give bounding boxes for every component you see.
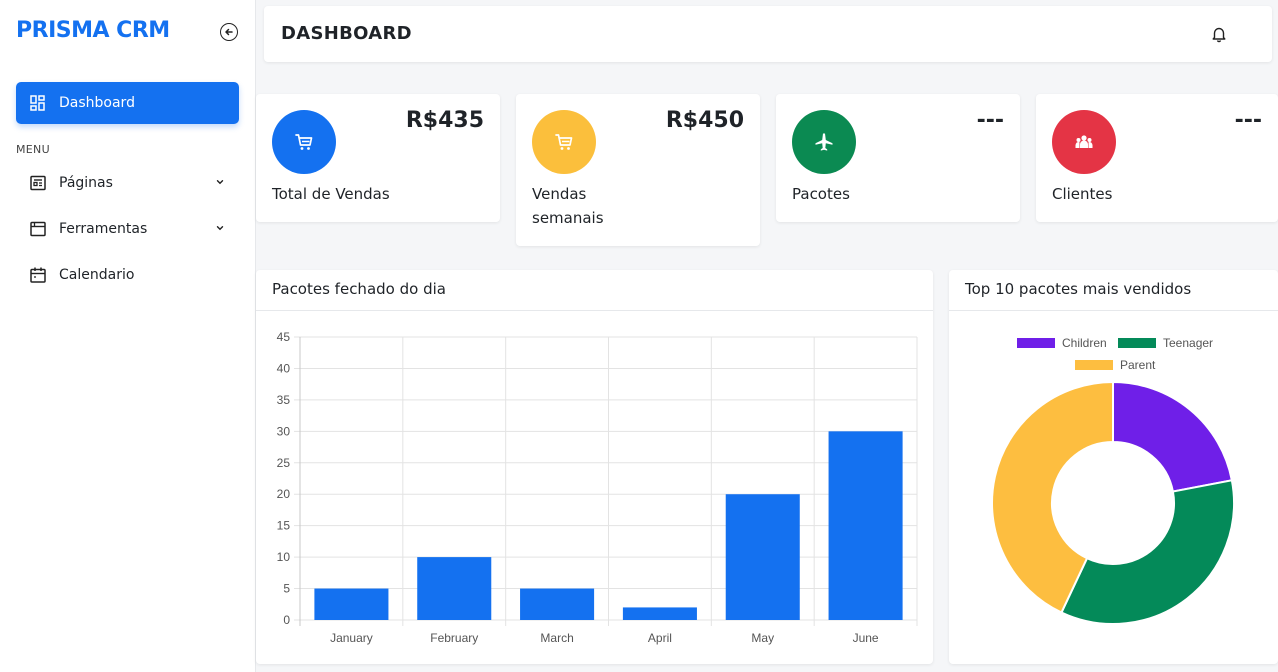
chevron-down-icon bbox=[216, 180, 224, 185]
chevron-down-icon bbox=[216, 226, 224, 231]
x-tick-label: April bbox=[648, 631, 672, 645]
x-tick-label: January bbox=[330, 631, 373, 645]
card-icon-circle bbox=[272, 110, 336, 174]
legend-label[interactable]: Parent bbox=[1120, 358, 1156, 372]
card-icon-circle bbox=[532, 110, 596, 174]
x-tick-label: March bbox=[540, 631, 573, 645]
stat-card-total-vendas: R$435 Total de Vendas bbox=[256, 94, 500, 222]
legend-label[interactable]: Children bbox=[1062, 336, 1107, 350]
bar-may[interactable] bbox=[725, 494, 800, 620]
card-value: R$450 bbox=[665, 108, 744, 133]
legend-swatch-parent[interactable] bbox=[1075, 360, 1113, 370]
collapse-sidebar-button[interactable] bbox=[220, 23, 238, 41]
pages-icon bbox=[30, 175, 46, 191]
users-icon bbox=[1075, 135, 1093, 148]
card-label: Vendas semanais bbox=[532, 185, 604, 227]
card-value: R$435 bbox=[405, 108, 484, 133]
donut-slice-teenager[interactable] bbox=[1060, 479, 1235, 625]
donut-chart: Children Teenager Parent bbox=[991, 336, 1235, 625]
card-label: Clientes bbox=[1052, 185, 1113, 203]
y-tick-label: 25 bbox=[277, 456, 291, 470]
donut-slice-children[interactable] bbox=[1112, 380, 1234, 493]
cart-icon bbox=[555, 134, 573, 150]
sidebar-item-label: Ferramentas bbox=[59, 221, 148, 237]
card-icon-circle bbox=[792, 110, 856, 174]
legend-swatch-children[interactable] bbox=[1017, 338, 1055, 348]
window-icon bbox=[30, 221, 46, 237]
stat-card-pacotes: --- Pacotes bbox=[776, 94, 1020, 222]
brand-logo[interactable]: PRISMA CRM bbox=[16, 18, 170, 43]
airplane-icon bbox=[815, 133, 833, 151]
card-value: --- bbox=[976, 108, 1004, 133]
y-tick-label: 10 bbox=[277, 550, 291, 564]
legend-label[interactable]: Teenager bbox=[1163, 336, 1213, 350]
y-tick-label: 30 bbox=[277, 424, 291, 438]
calendar-icon bbox=[30, 267, 46, 283]
bar-chart-panel: Pacotes fechado do dia 0 5 10 15 20 25 30 35 40 4… bbox=[256, 270, 933, 664]
bar-february[interactable] bbox=[417, 557, 492, 620]
bell-icon[interactable] bbox=[1211, 25, 1227, 43]
bar-chart: 0 5 10 15 20 25 30 35 40 45 January February March Ap… bbox=[277, 330, 918, 645]
card-label: Total de Vendas bbox=[272, 185, 390, 203]
sidebar: PRISMA CRM Dashboard MENU Páginas Ferram… bbox=[0, 0, 256, 672]
arrow-left-icon bbox=[225, 28, 233, 36]
top-header: DASHBOARD bbox=[264, 6, 1272, 62]
sidebar-item-paginas[interactable]: Páginas bbox=[16, 165, 239, 201]
bar-january[interactable] bbox=[314, 588, 389, 620]
y-tick-label: 5 bbox=[283, 582, 290, 596]
bar-march[interactable] bbox=[520, 588, 595, 620]
dashboard-icon bbox=[30, 95, 45, 111]
y-tick-label: 45 bbox=[277, 330, 291, 344]
sidebar-item-label: Dashboard bbox=[59, 95, 135, 111]
sidebar-item-label: Páginas bbox=[59, 175, 113, 191]
y-tick-label: 40 bbox=[277, 361, 291, 375]
sidebar-item-label: Calendario bbox=[59, 267, 135, 283]
stat-card-vendas-semanais: R$450 Vendas semanais bbox=[516, 94, 760, 246]
x-tick-label: February bbox=[430, 631, 478, 645]
donut-chart-panel: Top 10 pacotes mais vendidos Children Tee… bbox=[949, 270, 1278, 664]
page-title: DASHBOARD bbox=[281, 23, 412, 44]
menu-section-header: MENU bbox=[16, 143, 50, 156]
stat-card-clientes: --- Clientes bbox=[1036, 94, 1278, 222]
card-label: Pacotes bbox=[792, 185, 850, 203]
bar-june[interactable] bbox=[828, 431, 903, 620]
y-tick-label: 35 bbox=[277, 393, 291, 407]
sidebar-item-ferramentas[interactable]: Ferramentas bbox=[16, 211, 239, 247]
cart-icon bbox=[295, 134, 313, 150]
y-tick-label: 15 bbox=[277, 519, 291, 533]
legend-swatch-teenager[interactable] bbox=[1118, 338, 1156, 348]
x-tick-label: June bbox=[853, 631, 879, 645]
sidebar-item-dashboard[interactable]: Dashboard bbox=[16, 82, 239, 124]
y-tick-label: 0 bbox=[283, 613, 290, 627]
sidebar-item-calendario[interactable]: Calendario bbox=[16, 257, 239, 293]
x-tick-label: May bbox=[751, 631, 774, 645]
y-tick-label: 20 bbox=[277, 487, 291, 501]
bar-april[interactable] bbox=[622, 607, 697, 620]
card-value: --- bbox=[1234, 108, 1262, 133]
card-icon-circle bbox=[1052, 110, 1116, 174]
